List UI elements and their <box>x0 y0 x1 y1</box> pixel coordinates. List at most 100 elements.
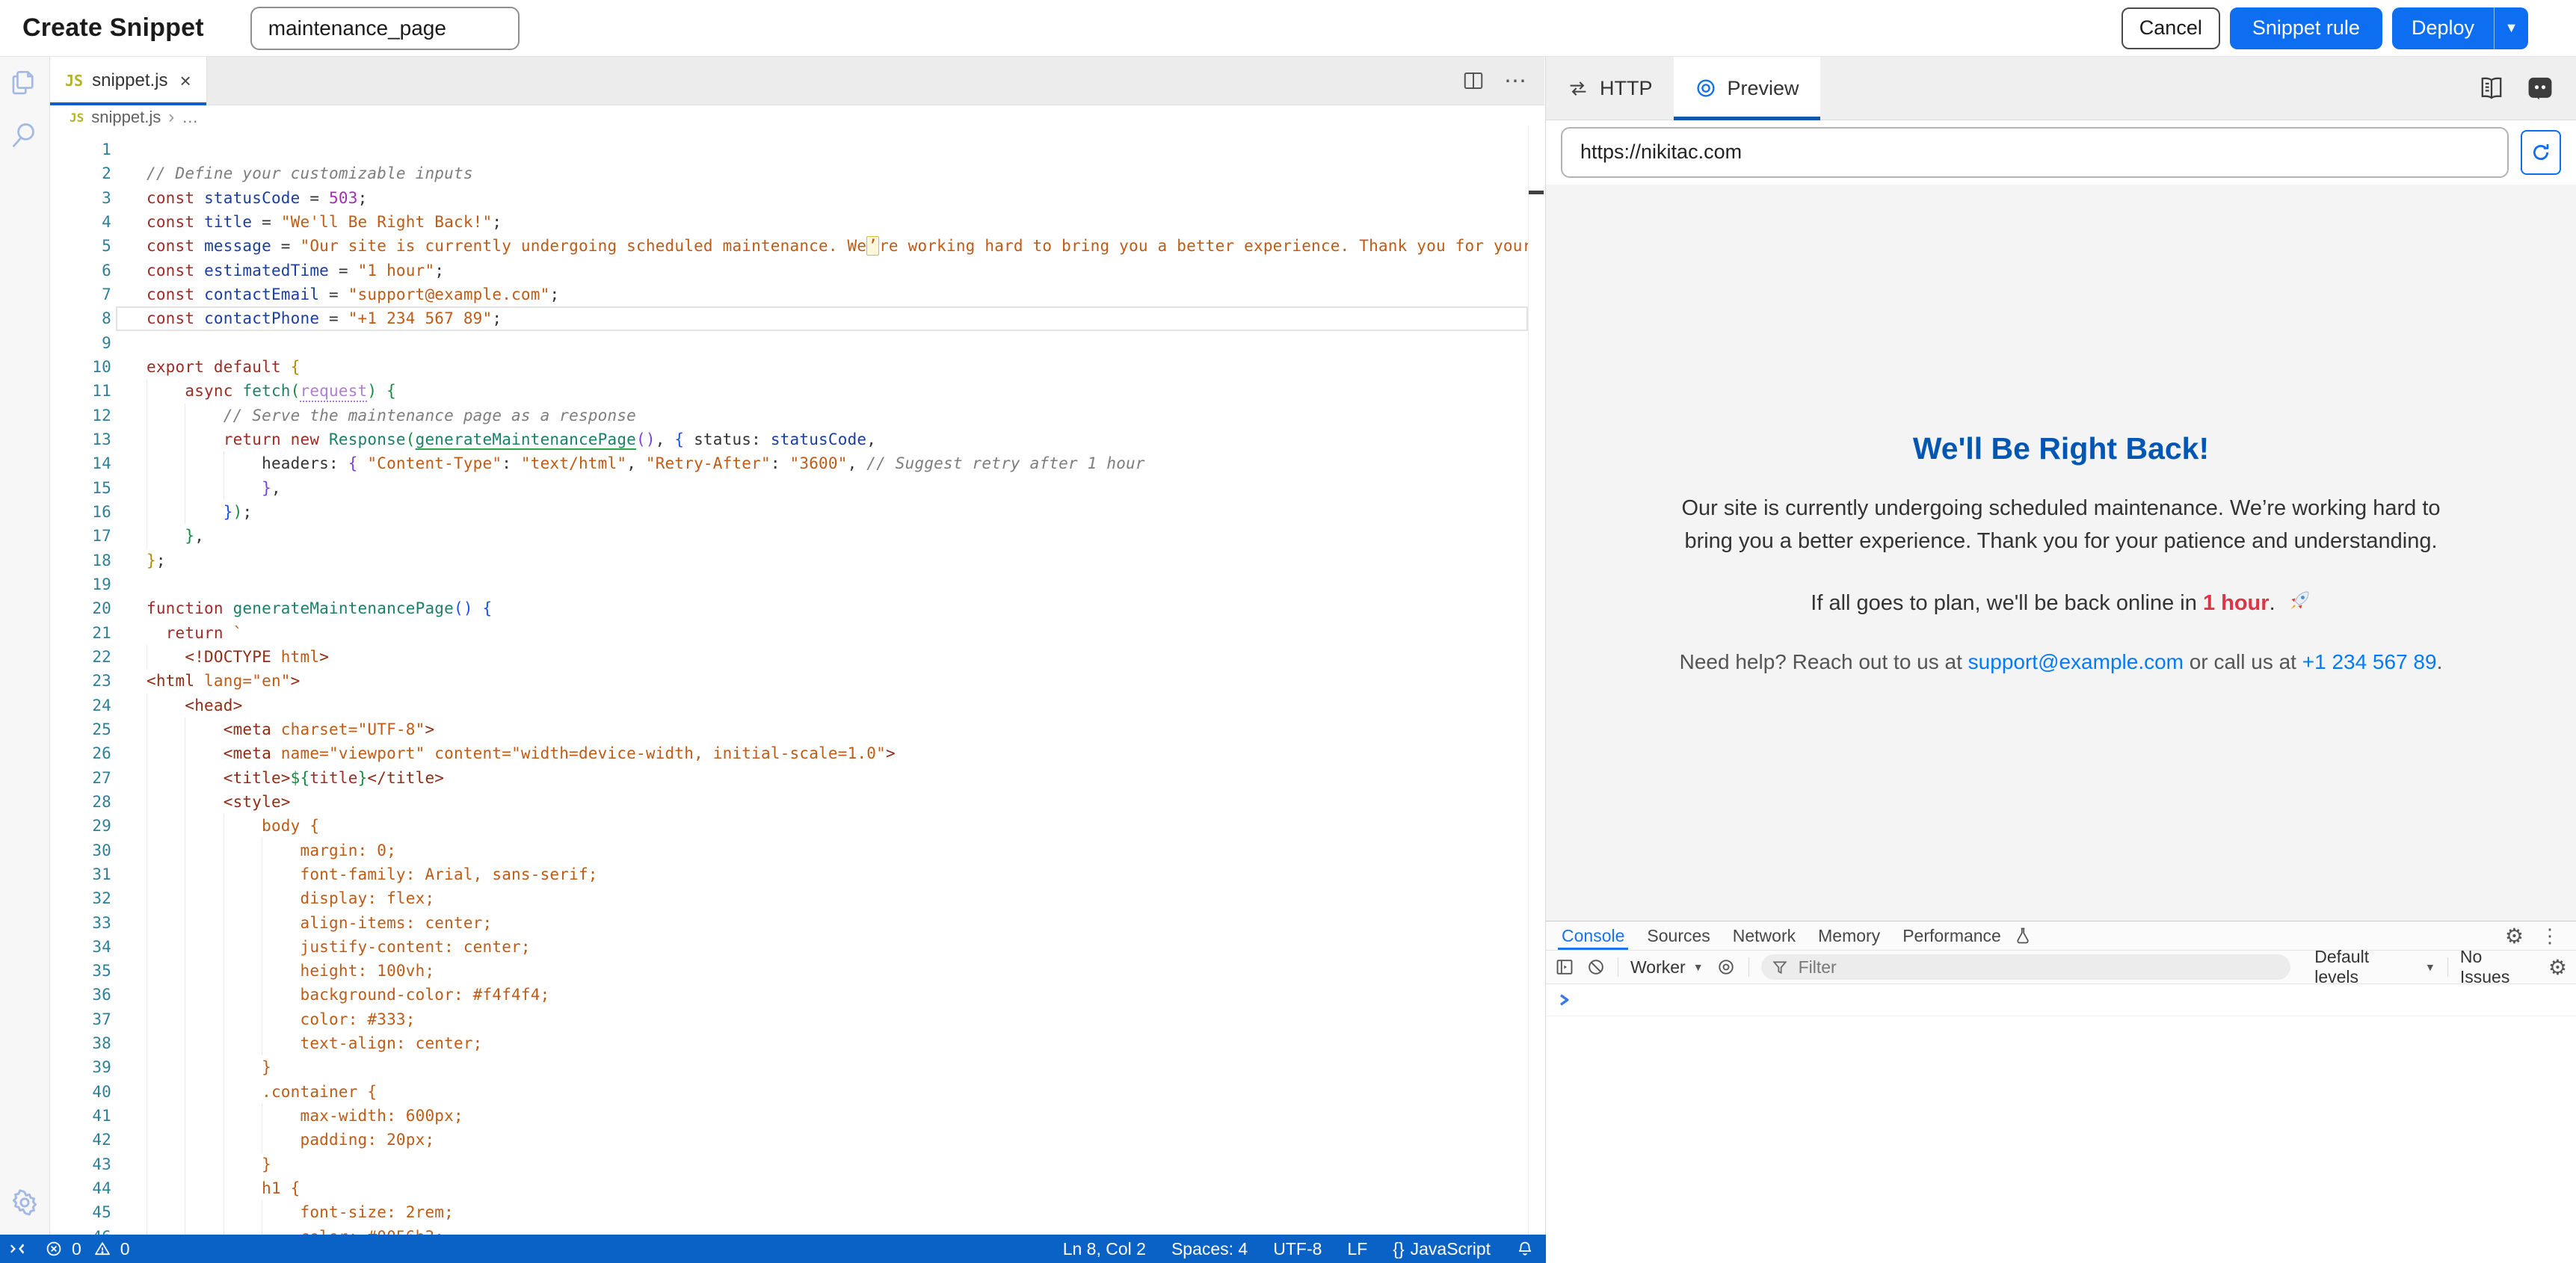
line-number[interactable]: 9 <box>49 331 147 355</box>
code-line[interactable]: 43 } <box>49 1152 1544 1176</box>
code-line[interactable]: 38 text-align: center; <box>49 1031 1544 1055</box>
code-line[interactable]: 13 return new Response(generateMaintenan… <box>49 427 1544 451</box>
tab-snippet-js[interactable]: JS snippet.js × <box>50 57 207 105</box>
line-number[interactable]: 38 <box>49 1031 147 1055</box>
code-line[interactable]: 29 body { <box>49 814 1544 838</box>
docs-book-icon[interactable] <box>2477 75 2506 102</box>
code-line[interactable]: 2// Define your customizable inputs <box>49 161 1544 185</box>
tab-console[interactable]: Console <box>1550 921 1636 950</box>
devtools-menu-kebab-icon[interactable]: ⋮ <box>2540 924 2560 948</box>
code-line[interactable]: 31 font-family: Arial, sans-serif; <box>49 862 1544 886</box>
tab-http[interactable]: HTTP <box>1546 57 1674 120</box>
line-number[interactable]: 16 <box>49 500 147 524</box>
code-line[interactable]: 5const message = "Our site is currently … <box>49 234 1544 258</box>
code-line[interactable]: 45 font-size: 2rem; <box>49 1200 1544 1224</box>
code-line[interactable]: 32 display: flex; <box>49 886 1544 910</box>
line-number[interactable]: 6 <box>49 259 147 282</box>
line-number[interactable]: 17 <box>49 524 147 548</box>
settings-gear-icon[interactable] <box>0 1176 49 1229</box>
line-number[interactable]: 25 <box>49 717 147 741</box>
line-number[interactable]: 23 <box>49 669 147 693</box>
code-line[interactable]: 34 justify-content: center; <box>49 935 1544 959</box>
panel-divider[interactable] <box>1545 57 1546 1263</box>
console-messages[interactable] <box>1546 984 2576 1016</box>
line-number[interactable]: 30 <box>49 839 147 862</box>
console-settings-gear-icon[interactable]: ⚙ <box>2548 955 2567 980</box>
line-number[interactable]: 40 <box>49 1080 147 1104</box>
filter-input[interactable] <box>1797 957 2281 978</box>
code-line[interactable]: 20function generateMaintenancePage() { <box>49 596 1544 620</box>
code-line[interactable]: 35 height: 100vh; <box>49 959 1544 983</box>
live-expression-eye-icon[interactable] <box>1716 957 1737 977</box>
line-number[interactable]: 10 <box>49 355 147 379</box>
execution-context-selector[interactable]: Worker ▼ <box>1630 957 1704 978</box>
line-number[interactable]: 31 <box>49 862 147 886</box>
line-number[interactable]: 22 <box>49 645 147 669</box>
code-line[interactable]: 10export default { <box>49 355 1544 379</box>
code-line[interactable]: 14 headers: { "Content-Type": "text/html… <box>49 451 1544 475</box>
line-number[interactable]: 12 <box>49 404 147 427</box>
cancel-button[interactable]: Cancel <box>2121 7 2220 49</box>
code-line[interactable]: 7const contactEmail = "support@example.c… <box>49 282 1544 306</box>
line-number[interactable]: 21 <box>49 621 147 645</box>
more-actions-icon[interactable]: ⋯ <box>1504 68 1526 94</box>
split-editor-icon[interactable] <box>1462 70 1485 91</box>
line-number[interactable]: 24 <box>49 694 147 717</box>
line-number[interactable]: 32 <box>49 886 147 910</box>
code-line[interactable]: 27 <title>${title}</title> <box>49 766 1544 790</box>
code-line[interactable]: 15 }, <box>49 476 1544 500</box>
code-line[interactable]: 26 <meta name="viewport" content="width=… <box>49 741 1544 765</box>
code-line[interactable]: 42 padding: 20px; <box>49 1128 1544 1152</box>
line-number[interactable]: 46 <box>49 1225 147 1235</box>
notifications-bell-icon[interactable] <box>1516 1240 1534 1258</box>
code-line[interactable]: 9 <box>49 331 1544 355</box>
code-line[interactable]: 8const contactPhone = "+1 234 567 89"; <box>49 306 1544 330</box>
line-number[interactable]: 41 <box>49 1104 147 1128</box>
tab-sources[interactable]: Sources <box>1636 921 1721 950</box>
line-number[interactable]: 42 <box>49 1128 147 1152</box>
line-number[interactable]: 4 <box>49 210 147 234</box>
support-email-link[interactable]: support@example.com <box>1968 650 2184 673</box>
cursor-position[interactable]: Ln 8, Col 2 <box>1063 1239 1146 1259</box>
code-line[interactable]: 16 }); <box>49 500 1544 524</box>
code-line[interactable]: 18}; <box>49 549 1544 572</box>
eol-setting[interactable]: LF <box>1347 1239 1367 1259</box>
url-input[interactable] <box>1561 127 2509 178</box>
search-icon[interactable] <box>0 109 49 161</box>
devtools-settings-gear-icon[interactable]: ⚙ <box>2505 924 2524 948</box>
line-number[interactable]: 1 <box>49 138 147 161</box>
line-number[interactable]: 45 <box>49 1200 147 1224</box>
code-line[interactable]: 30 margin: 0; <box>49 839 1544 862</box>
line-number[interactable]: 39 <box>49 1055 147 1079</box>
phone-link[interactable]: +1 234 567 89 <box>2302 650 2437 673</box>
console-sidebar-toggle-icon[interactable] <box>1555 957 1574 977</box>
breadcrumb-file[interactable]: snippet.js <box>91 108 161 127</box>
code-line[interactable]: 37 color: #333; <box>49 1007 1544 1031</box>
line-number[interactable]: 14 <box>49 451 147 475</box>
deploy-dropdown-button[interactable]: ▼ <box>2494 7 2528 49</box>
refresh-button[interactable] <box>2521 130 2561 175</box>
tab-preview[interactable]: Preview <box>1674 57 1820 120</box>
line-number[interactable]: 28 <box>49 790 147 814</box>
code-line[interactable]: 12 // Serve the maintenance page as a re… <box>49 404 1544 427</box>
line-number[interactable]: 37 <box>49 1007 147 1031</box>
line-number[interactable]: 26 <box>49 741 147 765</box>
discord-icon[interactable] <box>2527 75 2554 102</box>
language-mode[interactable]: {} JavaScript <box>1393 1239 1491 1259</box>
line-number[interactable]: 20 <box>49 596 147 620</box>
encoding-setting[interactable]: UTF-8 <box>1273 1239 1322 1259</box>
console-prompt-row[interactable] <box>1546 984 2576 1016</box>
close-tab-icon[interactable]: × <box>179 71 191 90</box>
line-number[interactable]: 34 <box>49 935 147 959</box>
line-number[interactable]: 8 <box>49 306 147 330</box>
code-line[interactable]: 46 color: #0056b3; <box>49 1225 1544 1235</box>
line-number[interactable]: 7 <box>49 282 147 306</box>
line-number[interactable]: 19 <box>49 572 147 596</box>
line-number[interactable]: 15 <box>49 476 147 500</box>
code-line[interactable]: 44 h1 { <box>49 1176 1544 1200</box>
line-number[interactable]: 5 <box>49 234 147 258</box>
code-line[interactable]: 19 <box>49 572 1544 596</box>
breadcrumb-more[interactable]: … <box>182 108 198 127</box>
code-line[interactable]: 25 <meta charset="UTF-8"> <box>49 717 1544 741</box>
code-line[interactable]: 1 <box>49 138 1544 161</box>
